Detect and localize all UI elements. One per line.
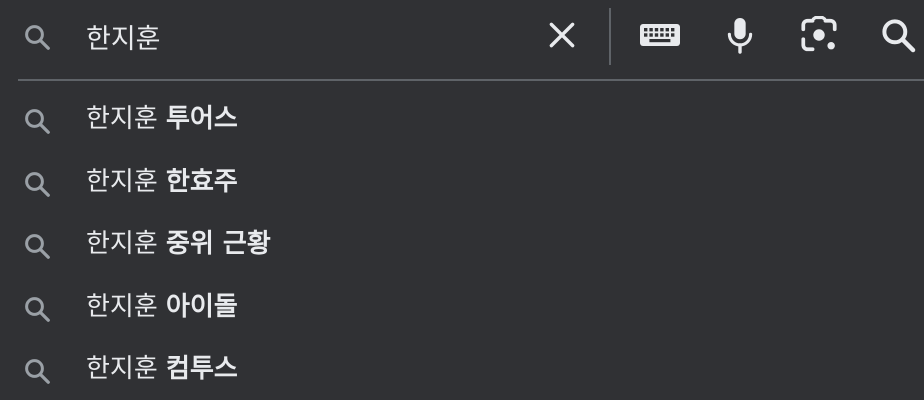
suggestion-completion: 투어스 (166, 104, 238, 134)
suggestion-text: 한지훈 컴투스 (86, 350, 238, 388)
close-icon (545, 18, 579, 56)
suggestion-item[interactable]: 한지훈 투어스 (0, 88, 924, 151)
keyboard-button[interactable] (636, 14, 684, 60)
suggestion-text: 한지훈 투어스 (86, 100, 238, 138)
suggestion-text: 한지훈 아이돌 (86, 288, 238, 326)
suggestion-text: 한지훈 중위 근황 (86, 225, 271, 263)
search-icon (22, 294, 52, 324)
search-icon (22, 231, 52, 261)
search-autocomplete-panel: 한지훈 투어스 한지훈 한효주 한지훈 중위 근황 (0, 0, 924, 400)
suggestion-item[interactable]: 한지훈 아이돌 (0, 276, 924, 339)
microphone-icon (723, 15, 757, 59)
suggestion-query: 한지훈 (86, 166, 158, 197)
suggestion-query: 한지훈 (86, 104, 158, 134)
suggestion-item[interactable]: 한지훈 한효주 (0, 151, 924, 214)
search-bar (0, 0, 924, 78)
suggestion-query: 한지훈 (86, 354, 158, 384)
suggestion-completion: 중위 근황 (166, 229, 271, 259)
lens-search-button[interactable] (795, 14, 843, 60)
suggestion-completion: 아이돌 (166, 291, 238, 322)
search-submit-button[interactable] (874, 14, 922, 60)
search-icon (879, 16, 917, 58)
suggestion-text: 한지훈 한효주 (86, 163, 238, 201)
search-divider (18, 79, 924, 81)
search-input[interactable] (86, 14, 526, 58)
suggestion-query: 한지훈 (86, 229, 158, 259)
search-icon (22, 169, 52, 199)
search-icon (22, 106, 52, 136)
toolbar-divider (609, 8, 611, 65)
suggestion-query: 한지훈 (86, 291, 158, 322)
search-icon (22, 22, 52, 52)
camera-lens-icon (799, 15, 839, 59)
suggestion-item[interactable]: 한지훈 중위 근황 (0, 213, 924, 276)
suggestion-list: 한지훈 투어스 한지훈 한효주 한지훈 중위 근황 한지훈 아이돌 한지훈 컴투… (0, 88, 924, 400)
suggestion-completion: 한효주 (166, 166, 238, 197)
suggestion-item[interactable]: 한지훈 컴투스 (0, 338, 924, 400)
search-icon (22, 356, 52, 386)
suggestion-completion: 컴투스 (166, 354, 238, 384)
keyboard-icon (638, 20, 682, 54)
clear-button[interactable] (540, 15, 584, 59)
voice-search-button[interactable] (716, 14, 764, 60)
